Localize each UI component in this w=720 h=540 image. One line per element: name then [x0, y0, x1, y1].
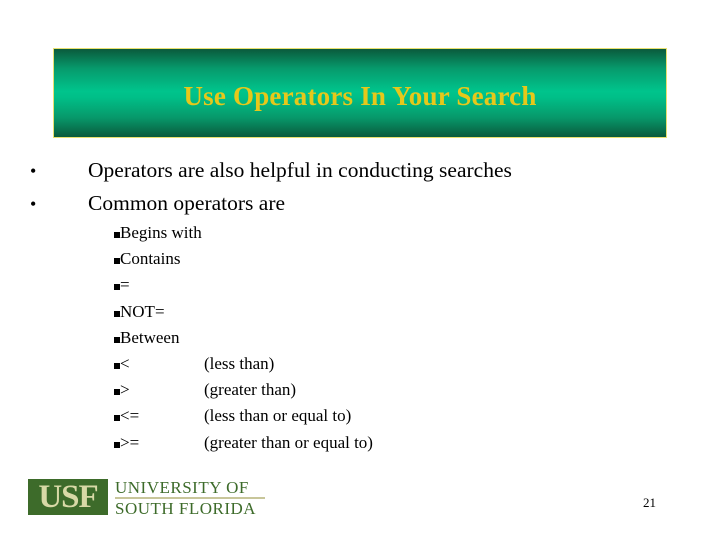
slide-title: Use Operators In Your Search — [183, 80, 537, 111]
operator-symbol: Contains — [120, 249, 181, 269]
operator-symbol: >= — [120, 432, 140, 452]
operator-description: (greater than or equal to) — [204, 432, 373, 452]
operator-symbol: Begins with — [120, 223, 202, 242]
operator-symbol: = — [120, 275, 130, 295]
operator-symbol: <= — [120, 406, 140, 426]
logo-line-2: SOUTH FLORIDA — [115, 499, 257, 518]
operator-description: (less than or equal to) — [204, 406, 352, 426]
bullet-dot-icon: • — [30, 161, 37, 181]
operator-symbol: Between — [120, 327, 180, 347]
operator-symbol: NOT= — [120, 301, 165, 321]
operator-symbol: < — [120, 353, 130, 373]
bullet-text: Common operators are — [88, 191, 286, 215]
title-banner: Use Operators In Your Search — [53, 48, 667, 138]
usf-logo-mark: USF — [28, 479, 108, 515]
operator-description: (greater than) — [204, 380, 297, 400]
bullet-item: • Operators are also helpful in conducti… — [30, 158, 512, 191]
page-number: 21 — [643, 495, 656, 510]
bullet-text: Operators are also helpful in conducting… — [88, 158, 512, 182]
usf-logo: USF UNIVERSITY OF SOUTH FLORIDA — [28, 479, 265, 517]
bullet-dot-icon: • — [30, 194, 37, 214]
bullet-item: • Common operators are — [30, 191, 512, 224]
logo-line-1: UNIVERSITY OF — [115, 478, 249, 497]
operator-symbol: > — [120, 380, 130, 400]
main-bullet-list: • Operators are also helpful in conducti… — [30, 158, 512, 224]
operator-description: (less than) — [204, 353, 275, 373]
usf-logo-wordmark: UNIVERSITY OF SOUTH FLORIDA — [115, 479, 265, 517]
